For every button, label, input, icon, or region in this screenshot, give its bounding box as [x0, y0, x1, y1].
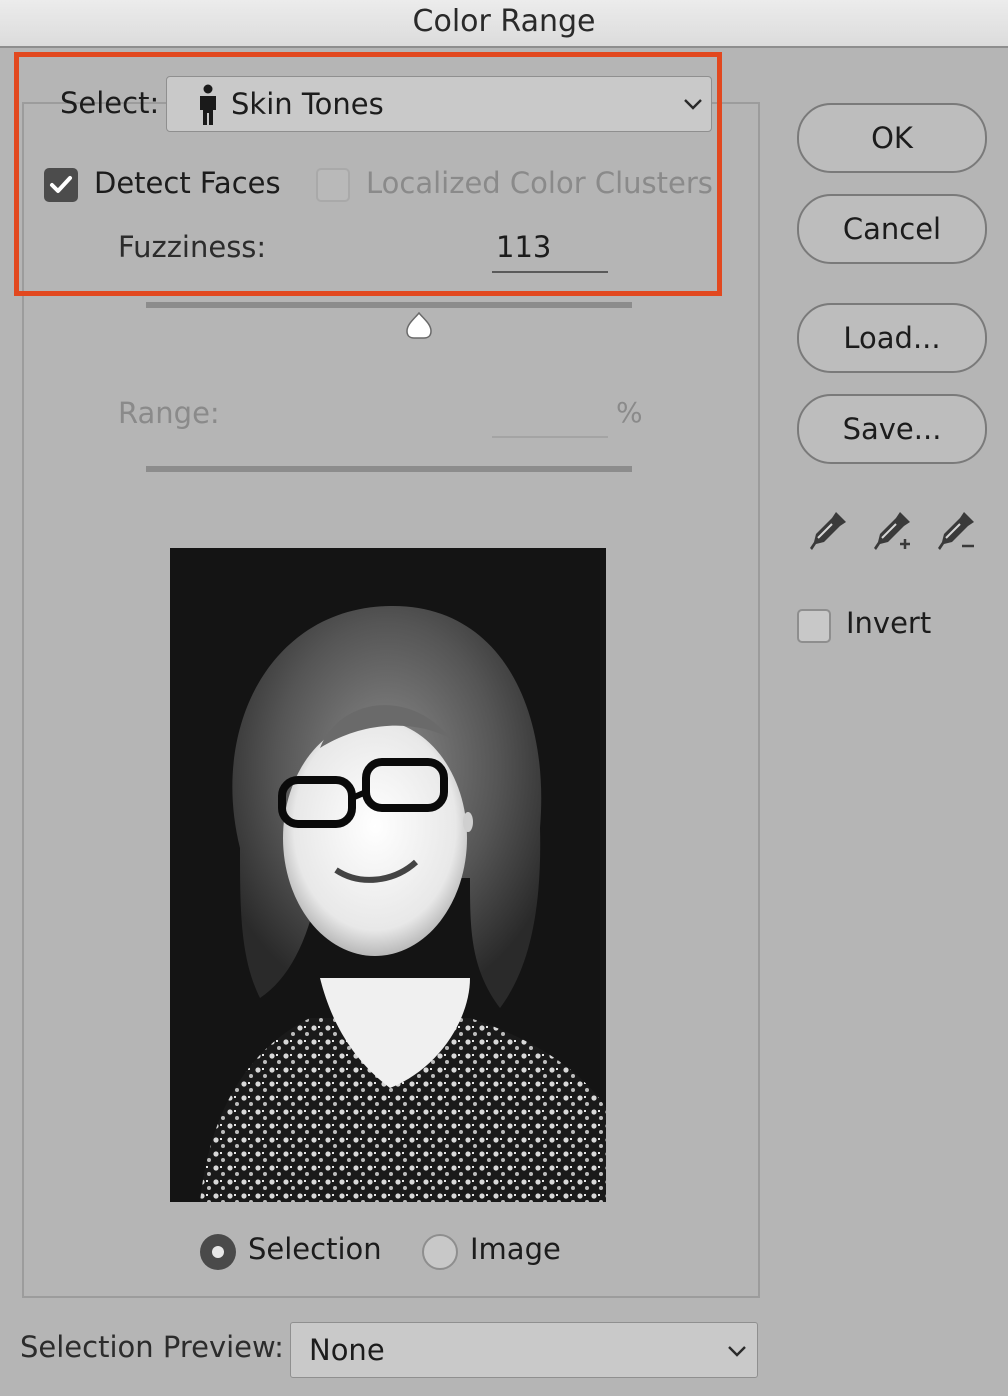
- invert-label: Invert: [846, 606, 932, 640]
- range-slider-track: [146, 466, 632, 472]
- cancel-button[interactable]: Cancel: [797, 194, 987, 264]
- save-button[interactable]: Save...: [797, 394, 987, 464]
- image-radio-label: Image: [470, 1232, 561, 1266]
- title-bar: Color Range: [0, 0, 1008, 48]
- range-field-underline: [492, 436, 608, 438]
- highlight-box: [14, 52, 722, 296]
- ok-button[interactable]: OK: [797, 103, 987, 173]
- range-label: Range:: [118, 396, 220, 430]
- eyedropper-add-icon[interactable]: [870, 508, 914, 556]
- selection-preview-dropdown[interactable]: None: [290, 1322, 758, 1378]
- selection-preview-label: Selection Preview:: [20, 1330, 284, 1364]
- eyedropper-icon[interactable]: [806, 508, 850, 556]
- selection-preview-value: None: [309, 1333, 385, 1367]
- portrait-mask-image: [170, 548, 606, 1202]
- selection-preview-image: [170, 548, 606, 1202]
- image-radio[interactable]: [422, 1234, 458, 1270]
- fuzziness-slider-track[interactable]: [146, 302, 632, 308]
- load-button[interactable]: Load...: [797, 303, 987, 373]
- selection-radio-label: Selection: [248, 1232, 382, 1266]
- selection-radio[interactable]: [200, 1234, 236, 1270]
- fuzziness-slider-thumb[interactable]: [404, 312, 434, 340]
- invert-checkbox[interactable]: [797, 609, 831, 643]
- eyedropper-subtract-icon[interactable]: [934, 508, 978, 556]
- range-percent-unit: %: [616, 396, 643, 429]
- chevron-down-icon: [728, 1346, 746, 1357]
- window-title: Color Range: [412, 4, 596, 39]
